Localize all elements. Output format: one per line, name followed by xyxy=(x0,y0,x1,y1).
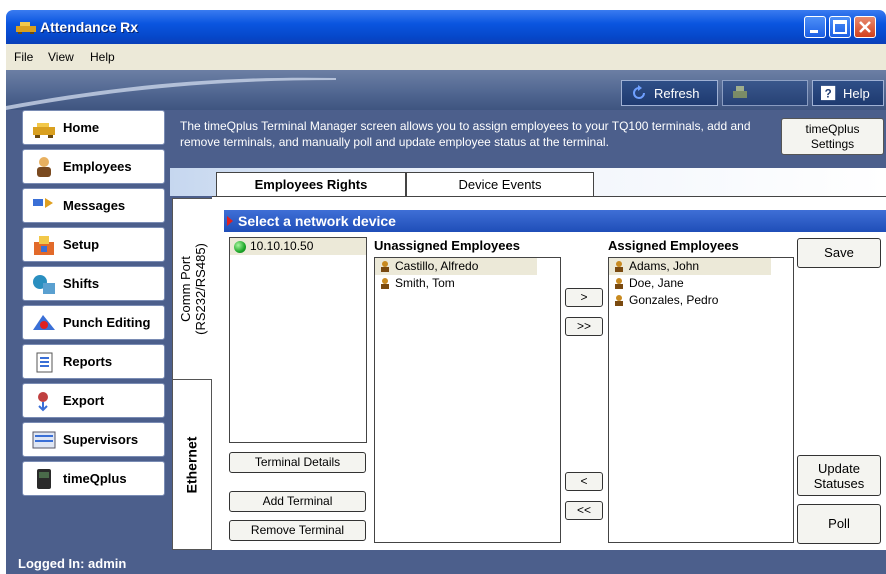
section-header: Select a network device xyxy=(224,210,886,232)
employee-icon xyxy=(381,278,389,289)
terminal-details-button[interactable]: Terminal Details xyxy=(229,452,366,473)
shifts-icon xyxy=(33,274,55,294)
update-statuses-button[interactable]: Update Statuses xyxy=(797,455,881,496)
nav-messages[interactable]: Messages xyxy=(22,188,165,223)
maximize-icon xyxy=(833,20,847,34)
unassigned-header: Unassigned Employees xyxy=(374,238,520,253)
close-icon xyxy=(859,21,871,33)
punch-editing-icon xyxy=(33,314,55,330)
poll-button[interactable]: Poll xyxy=(797,504,881,544)
add-all-button[interactable]: >> xyxy=(565,317,603,336)
device-list[interactable]: 10.10.10.50 xyxy=(229,237,367,443)
window-title: Attendance Rx xyxy=(40,19,139,35)
app-icon xyxy=(16,22,36,34)
save-button[interactable]: Save xyxy=(797,238,881,268)
help-icon: ? xyxy=(821,85,836,100)
menu-help[interactable]: Help xyxy=(90,50,115,64)
employees-icon xyxy=(37,156,51,177)
nav-timeqplus[interactable]: timeQplus xyxy=(22,461,165,496)
help-button[interactable]: ? Help xyxy=(812,80,884,106)
nav-shifts[interactable]: Shifts xyxy=(22,266,165,301)
device-item[interactable]: 10.10.10.50 xyxy=(230,238,366,255)
assigned-header: Assigned Employees xyxy=(608,238,739,253)
nav-export[interactable]: Export xyxy=(22,383,165,418)
refresh-label: Refresh xyxy=(654,85,700,101)
list-item[interactable]: Castillo, Alfredo xyxy=(375,258,537,275)
arrow-right-icon xyxy=(227,216,233,226)
side-tab-comm-port[interactable]: Comm Port (RS232/RS485) xyxy=(172,198,212,380)
nav-home[interactable]: Home xyxy=(22,110,165,145)
reports-icon xyxy=(36,352,53,372)
employee-icon xyxy=(615,261,623,272)
nav-employees[interactable]: Employees xyxy=(22,149,165,184)
setup-icon xyxy=(34,235,54,255)
employee-icon xyxy=(615,295,623,306)
assigned-list[interactable]: Adams, John Doe, Jane Gonzales, Pedro xyxy=(608,257,794,543)
add-terminal-button[interactable]: Add Terminal xyxy=(229,491,366,512)
supervisors-icon xyxy=(32,431,56,448)
messages-icon xyxy=(33,197,53,208)
minimize-icon xyxy=(810,30,818,33)
close-button[interactable] xyxy=(854,16,876,38)
svg-text:?: ? xyxy=(825,88,832,100)
title-bar[interactable]: Attendance Rx xyxy=(6,10,886,44)
employee-icon xyxy=(615,278,623,289)
minimize-button[interactable] xyxy=(804,16,826,38)
home-icon xyxy=(33,122,55,138)
print-button[interactable] xyxy=(722,80,808,106)
remove-all-button[interactable]: << xyxy=(565,501,603,520)
nav-reports[interactable]: Reports xyxy=(22,344,165,379)
timeqplus-icon xyxy=(37,468,51,489)
nav-setup[interactable]: Setup xyxy=(22,227,165,262)
export-icon xyxy=(38,391,48,411)
tab-employees-rights[interactable]: Employees Rights xyxy=(216,172,406,196)
nav-supervisors[interactable]: Supervisors xyxy=(22,422,165,457)
list-item[interactable]: Gonzales, Pedro xyxy=(609,292,793,309)
status-bar: Logged In: admin xyxy=(6,554,886,574)
maximize-button[interactable] xyxy=(829,16,851,38)
list-item[interactable]: Doe, Jane xyxy=(609,275,793,292)
refresh-button[interactable]: Refresh xyxy=(621,80,718,106)
help-label: Help xyxy=(843,85,870,101)
refresh-icon xyxy=(633,85,645,99)
tab-device-events[interactable]: Device Events xyxy=(406,172,594,196)
list-item[interactable]: Adams, John xyxy=(609,258,771,275)
side-tab-ethernet[interactable]: Ethernet xyxy=(172,380,212,550)
remove-one-button[interactable]: < xyxy=(565,472,603,491)
nav-punch-editing[interactable]: Punch Editing xyxy=(22,305,165,340)
unassigned-list[interactable]: Castillo, Alfredo Smith, Tom xyxy=(374,257,561,543)
add-one-button[interactable]: > xyxy=(565,288,603,307)
menu-view[interactable]: View xyxy=(48,50,74,64)
employee-icon xyxy=(381,261,389,272)
menu-file[interactable]: File xyxy=(14,50,33,64)
info-text: The timeQplus Terminal Manager screen al… xyxy=(180,119,751,149)
remove-terminal-button[interactable]: Remove Terminal xyxy=(229,520,366,541)
timeqplus-settings-button[interactable]: timeQplus Settings xyxy=(781,118,884,155)
menu-bar: File View Help xyxy=(6,44,886,70)
print-icon xyxy=(733,86,747,98)
online-status-icon xyxy=(234,241,246,253)
list-item[interactable]: Smith, Tom xyxy=(375,275,560,292)
